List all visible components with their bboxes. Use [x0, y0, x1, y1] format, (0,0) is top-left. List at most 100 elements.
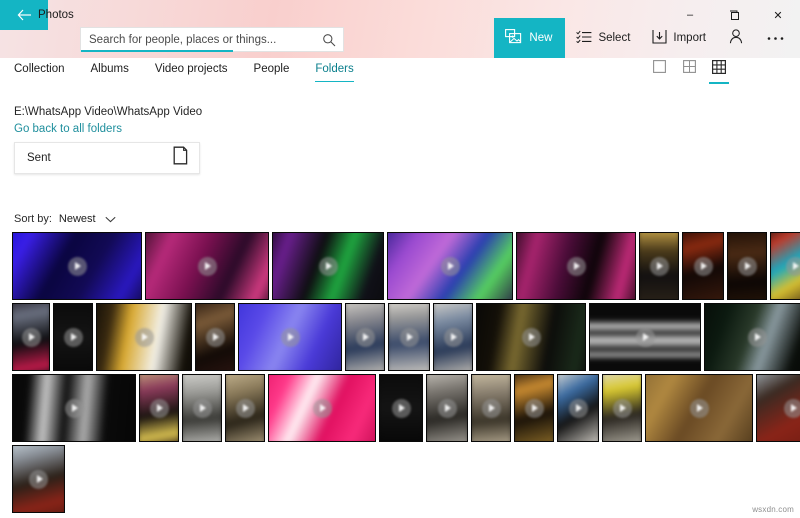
video-thumbnail[interactable]: [139, 374, 179, 442]
import-button-label: Import: [673, 32, 706, 44]
play-icon: [443, 327, 463, 347]
video-thumbnail[interactable]: [238, 303, 342, 371]
sort-label: Sort by:: [14, 213, 52, 225]
play-icon: [481, 398, 501, 418]
video-thumbnail[interactable]: [602, 374, 642, 442]
import-tray-icon: [652, 29, 667, 47]
navigation-tabs-row: Collection Albums Video projects People …: [0, 58, 800, 88]
video-thumbnail[interactable]: [53, 303, 93, 371]
tab-folders[interactable]: Folders: [302, 58, 366, 82]
play-icon: [205, 327, 225, 347]
video-thumbnail[interactable]: [476, 303, 586, 371]
play-icon: [21, 327, 41, 347]
go-back-to-all-folders-link[interactable]: Go back to all folders: [14, 123, 122, 135]
video-thumbnail[interactable]: [225, 374, 265, 442]
video-thumbnail[interactable]: [12, 445, 65, 513]
video-thumbnail[interactable]: [96, 303, 192, 371]
video-thumbnail-grid: [12, 232, 800, 516]
tab-people-label: People: [253, 63, 290, 75]
play-icon: [521, 327, 541, 347]
video-thumbnail[interactable]: [387, 232, 513, 300]
photos-app-window: Photos – ✕ Search for people, places or …: [0, 0, 800, 518]
app-title: Photos: [38, 9, 74, 21]
video-thumbnail[interactable]: [704, 303, 800, 371]
video-thumbnail[interactable]: [639, 232, 679, 300]
play-icon: [635, 327, 655, 347]
more-options-button[interactable]: [755, 18, 796, 58]
view-size-medium[interactable]: [680, 60, 698, 78]
video-thumbnail[interactable]: [433, 303, 473, 371]
view-size-small[interactable]: [709, 59, 729, 84]
video-thumbnail[interactable]: [388, 303, 430, 371]
new-button[interactable]: New: [494, 18, 566, 58]
video-thumbnail[interactable]: [272, 232, 384, 300]
play-icon: [235, 398, 255, 418]
video-thumbnail[interactable]: [12, 232, 142, 300]
folder-page-icon: [173, 146, 189, 170]
video-thumbnail[interactable]: [727, 232, 767, 300]
single-square-icon: [652, 60, 666, 78]
tab-folders-label: Folders: [315, 63, 354, 75]
video-thumbnail[interactable]: [471, 374, 511, 442]
chevron-down-icon[interactable]: [105, 210, 116, 228]
video-thumbnail[interactable]: [195, 303, 235, 371]
video-thumbnail[interactable]: [12, 303, 50, 371]
person-icon: [729, 29, 743, 47]
select-button-label: Select: [598, 32, 631, 44]
play-icon: [134, 327, 154, 347]
video-thumbnail[interactable]: [345, 303, 385, 371]
command-bar: New Select Import: [494, 18, 796, 58]
play-icon: [737, 256, 757, 276]
play-icon: [568, 398, 588, 418]
sort-control[interactable]: Sort by: Newest: [14, 210, 116, 228]
search-icon[interactable]: [322, 33, 336, 52]
select-list-icon: [576, 30, 592, 46]
video-thumbnail[interactable]: [589, 303, 701, 371]
tab-collection[interactable]: Collection: [14, 58, 78, 80]
play-icon: [318, 256, 338, 276]
grid-3x3-icon: [712, 59, 727, 79]
select-button[interactable]: Select: [565, 18, 641, 58]
tab-people[interactable]: People: [241, 58, 303, 80]
video-thumbnail[interactable]: [426, 374, 468, 442]
video-thumbnail[interactable]: [514, 374, 554, 442]
video-thumbnail[interactable]: [770, 232, 800, 300]
play-icon: [312, 398, 332, 418]
video-thumbnail[interactable]: [756, 374, 800, 442]
tab-collection-label: Collection: [14, 63, 65, 75]
play-icon: [391, 398, 411, 418]
folder-path: E:\WhatsApp Video\WhatsApp Video: [14, 106, 203, 118]
play-icon: [29, 469, 48, 489]
video-thumbnail[interactable]: [268, 374, 376, 442]
play-icon: [689, 398, 709, 418]
tab-video-projects[interactable]: Video projects: [142, 58, 241, 80]
video-thumbnail[interactable]: [645, 374, 753, 442]
video-thumbnail[interactable]: [516, 232, 636, 300]
video-thumbnail[interactable]: [379, 374, 423, 442]
video-thumbnail[interactable]: [145, 232, 269, 300]
play-icon: [197, 256, 217, 276]
app-title-wrap: Photos: [38, 4, 198, 26]
video-thumbnail[interactable]: [182, 374, 222, 442]
video-thumbnail[interactable]: [557, 374, 599, 442]
new-photo-icon: [505, 29, 522, 47]
folder-card-sent[interactable]: Sent: [14, 142, 200, 174]
play-icon: [67, 256, 87, 276]
sort-value[interactable]: Newest: [59, 213, 96, 225]
navigation-tabs: Collection Albums Video projects People …: [14, 58, 367, 82]
play-icon: [524, 398, 544, 418]
video-thumbnail[interactable]: [12, 374, 136, 442]
play-icon: [440, 256, 460, 276]
search-input[interactable]: [81, 27, 316, 52]
tab-albums[interactable]: Albums: [78, 58, 142, 80]
play-icon: [64, 398, 84, 418]
play-icon: [399, 327, 419, 347]
import-button[interactable]: Import: [641, 18, 717, 58]
search-box[interactable]: [80, 27, 344, 52]
folder-card-name: Sent: [27, 152, 51, 164]
thumbnail-row: [12, 303, 800, 371]
view-size-large[interactable]: [650, 60, 668, 78]
video-thumbnail[interactable]: [682, 232, 724, 300]
watermark: wsxdn.com: [752, 505, 794, 514]
account-button[interactable]: [717, 18, 755, 58]
